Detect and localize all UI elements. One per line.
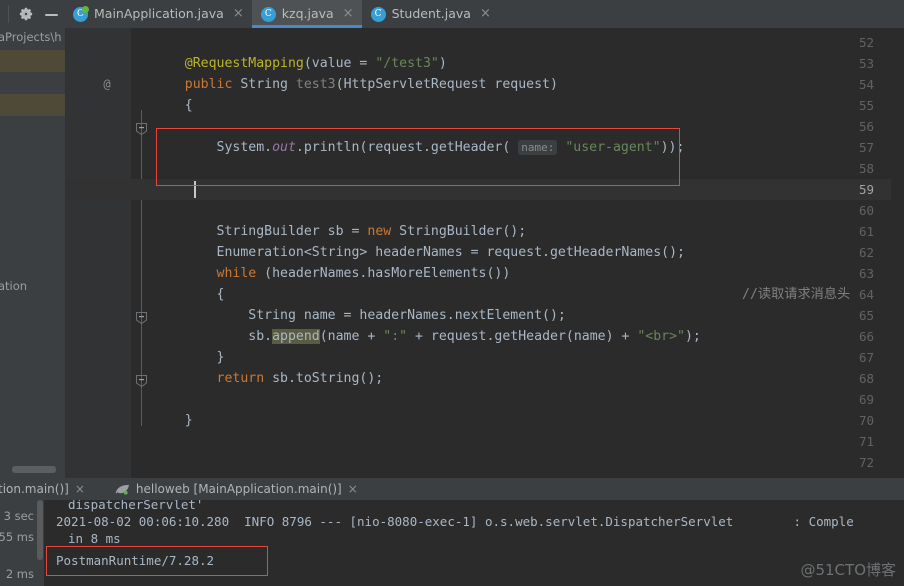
trailing-comment: //读取请求消息头 xyxy=(742,287,851,302)
console-timing-gutter: 3 sec 55 ms 2 ms xyxy=(0,500,36,586)
error-stripe[interactable] xyxy=(891,28,904,478)
fold-column[interactable] xyxy=(131,28,153,478)
timing-label: 2 ms xyxy=(5,567,34,581)
main-work-area: aProjects\h ation 52 53 54 55 56 57 58 5… xyxy=(0,28,904,478)
close-icon[interactable]: × xyxy=(343,7,354,22)
editor-tabs: C MainApplication.java × C kzq.java × C … xyxy=(64,0,499,28)
close-icon[interactable]: × xyxy=(75,482,85,496)
project-row-application[interactable]: ation xyxy=(0,276,66,298)
console-scrollbar[interactable] xyxy=(36,500,44,586)
tab-kzq-java[interactable]: C kzq.java × xyxy=(251,0,362,28)
tab-label: MainApplication.java xyxy=(94,5,224,21)
java-class-icon: C xyxy=(260,6,276,22)
project-item-label: ation xyxy=(0,279,28,293)
fold-marker-collapse[interactable] xyxy=(135,374,148,388)
code-text[interactable]: @RequestMapping(value = "/test3") public… xyxy=(153,28,904,478)
project-tool-window[interactable]: aProjects\h ation xyxy=(0,28,66,478)
tab-label: kzq.java xyxy=(281,5,334,21)
project-row-highlighted[interactable] xyxy=(0,50,66,72)
editor-gutter[interactable] xyxy=(66,28,131,478)
watermark: @51CTO博客 xyxy=(800,561,896,579)
java-class-icon: C xyxy=(370,6,386,22)
code-editor[interactable]: 52 53 54 55 56 57 58 59 60 61 62 63 64 65 66 67 68 69 70 71… xyxy=(66,28,904,478)
timing-label: 55 ms xyxy=(0,530,34,544)
console-line-highlighted: PostmanRuntime/7.28.2 xyxy=(56,553,215,568)
code-line-67: } xyxy=(153,350,225,365)
console-line: dispatcherServlet' xyxy=(68,500,204,512)
console-line: in 8 ms xyxy=(68,531,121,546)
project-path-row[interactable]: aProjects\h xyxy=(0,28,66,50)
code-line-63: while (headerNames.hasMoreElements()) xyxy=(153,266,511,281)
code-line-54: public String test3(HttpServletRequest r… xyxy=(153,77,558,92)
occurrence-highlight: append xyxy=(272,329,320,344)
console-line: 2021-08-02 00:06:10.280 INFO 8796 --- [n… xyxy=(56,514,854,529)
run-tab-helloweb[interactable]: helloweb [MainApplication.main()] × xyxy=(109,478,364,500)
java-class-run-icon: C xyxy=(73,5,89,22)
code-line-55: { xyxy=(153,98,193,113)
close-icon[interactable]: × xyxy=(348,482,358,496)
run-tab-label: tion.main()] xyxy=(0,482,69,496)
window-toolbar xyxy=(9,0,64,28)
text-caret xyxy=(194,181,196,198)
project-row-highlighted[interactable] xyxy=(0,94,66,116)
code-line-65: String name = headerNames.nextElement(); xyxy=(153,308,566,323)
close-icon[interactable]: × xyxy=(233,7,244,22)
timing-label: 3 sec xyxy=(3,509,34,523)
code-line-62: Enumeration<String> headerNames = reques… xyxy=(153,245,685,260)
idea-window: C MainApplication.java × C kzq.java × C … xyxy=(0,0,904,586)
code-line-68: return sb.toString(); xyxy=(153,371,384,386)
project-row[interactable] xyxy=(0,116,66,138)
annotation-gutter-icon[interactable]: @ xyxy=(100,74,114,95)
code-line-57: System.out.println(request.getHeader( na… xyxy=(153,140,685,155)
fold-marker-collapse[interactable] xyxy=(135,311,148,325)
project-path-label: aProjects\h xyxy=(0,30,62,44)
editor-tab-bar: C MainApplication.java × C kzq.java × C … xyxy=(0,0,904,28)
close-icon[interactable]: × xyxy=(480,7,491,22)
code-line-66: sb.append(name + ":" + request.getHeader… xyxy=(153,329,701,344)
code-line-53: @RequestMapping(value = "/test3") xyxy=(153,56,447,71)
console-output[interactable]: 3 sec 55 ms 2 ms dispatcherServlet' 2021… xyxy=(0,500,904,586)
run-tab-truncated[interactable]: tion.main()] × xyxy=(0,478,91,500)
code-line-61: StringBuilder sb = new StringBuilder(); xyxy=(153,224,527,239)
project-row[interactable] xyxy=(0,72,66,94)
tab-student-java[interactable]: C Student.java × xyxy=(362,0,499,28)
gear-icon[interactable] xyxy=(19,7,33,21)
fold-marker-collapse[interactable] xyxy=(135,122,148,136)
run-tool-window-tabs: tion.main()] × helloweb [MainApplication… xyxy=(0,478,904,500)
inline-parameter-hint: name: xyxy=(518,140,558,155)
spring-boot-leaf-icon xyxy=(115,483,130,496)
code-line-70: } xyxy=(153,413,193,428)
run-tab-label: helloweb [MainApplication.main()] xyxy=(135,482,342,496)
horizontal-scrollbar[interactable] xyxy=(12,466,56,473)
minimize-icon[interactable] xyxy=(45,8,58,21)
tab-mainapplication-java[interactable]: C MainApplication.java × xyxy=(64,0,252,28)
tab-label: Student.java xyxy=(391,5,471,21)
console-lines: dispatcherServlet' 2021-08-02 00:06:10.2… xyxy=(46,500,904,586)
